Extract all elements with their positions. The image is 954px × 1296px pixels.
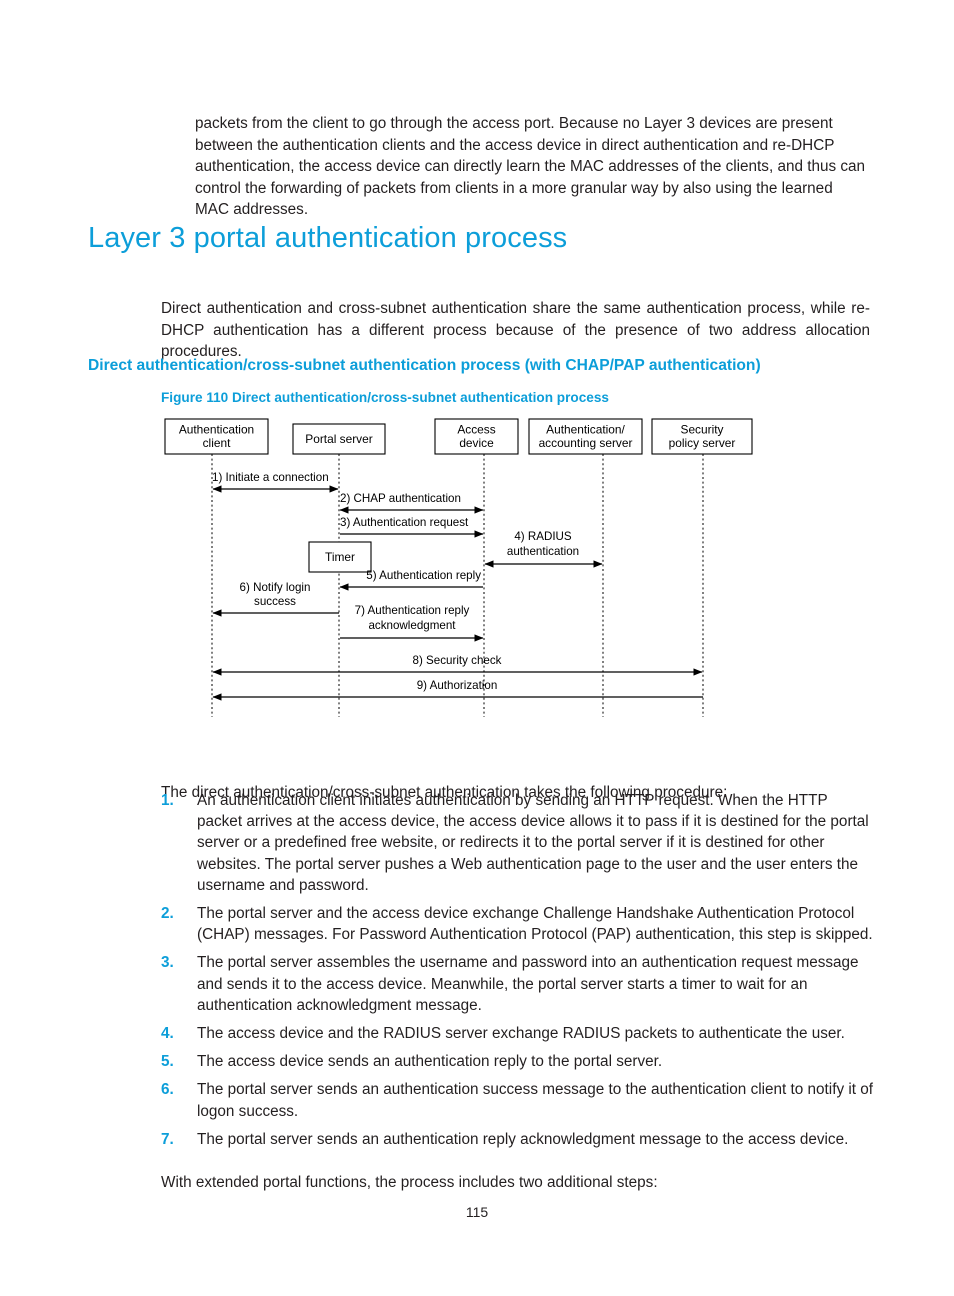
message-4-radius-authentication: 4) RADIUS authentication	[484, 530, 603, 568]
message-8-security-check: 8) Security check	[212, 654, 703, 676]
list-item: 4. The access device and the RADIUS serv…	[161, 1023, 873, 1044]
message-6-label-line2: success	[254, 595, 296, 608]
message-6-label-line1: 6) Notify login	[240, 581, 311, 594]
timer-note-label: Timer	[325, 550, 355, 564]
figure-caption: Figure 110 Direct authentication/cross-s…	[161, 390, 609, 405]
list-item: 6. The portal server sends an authentica…	[161, 1079, 873, 1121]
participant-label-radius-line1: Authentication/	[546, 423, 625, 437]
message-2-label: 2) CHAP authentication	[340, 492, 461, 505]
list-item: 5. The access device sends an authentica…	[161, 1051, 873, 1072]
step-number: 5.	[161, 1053, 174, 1071]
message-9-label: 9) Authorization	[417, 679, 498, 692]
page-number: 115	[0, 1204, 954, 1220]
message-1-initiate-a-connection: 1) Initiate a connection	[212, 471, 339, 493]
participant-box-portal: Portal server	[292, 423, 386, 455]
participant-box-policy: Security policy server	[651, 418, 753, 455]
step-text: An authentication client initiates authe…	[197, 792, 869, 894]
section-paragraph: Direct authentication and cross-subnet a…	[161, 300, 870, 360]
page-number-value: 115	[465, 1204, 489, 1220]
participant-box-client: Authentication client	[164, 418, 269, 455]
step-number: 3.	[161, 954, 174, 972]
step-number: 4.	[161, 1025, 174, 1043]
message-1-label: 1) Initiate a connection	[212, 471, 329, 484]
participant-label-client-line1: Authentication	[179, 423, 254, 437]
document-page: packets from the client to go through th…	[0, 0, 954, 1296]
message-3-label: 3) Authentication request	[340, 516, 469, 529]
step-text: The access device and the RADIUS server …	[197, 1025, 845, 1043]
participant-box-access: Access device	[434, 418, 519, 455]
step-number: 2.	[161, 905, 174, 923]
participant-label-portal-line1: Portal server	[305, 432, 372, 446]
closing-paragraph: With extended portal functions, the proc…	[161, 1174, 658, 1192]
timer-note-box: Timer	[308, 541, 372, 573]
message-4-label-line2: authentication	[507, 545, 579, 558]
message-7-authentication-reply-acknowledgment: 7) Authentication reply acknowledgment	[340, 604, 484, 642]
step-text: The portal server sends an authenticatio…	[197, 1130, 849, 1148]
list-item: 1. An authentication client initiates au…	[161, 790, 873, 896]
message-7-label-line1: 7) Authentication reply	[355, 604, 470, 617]
message-9-authorization: 9) Authorization	[212, 679, 703, 701]
message-4-label-line1: 4) RADIUS	[514, 530, 572, 543]
participant-box-radius: Authentication/ accounting server	[528, 418, 643, 455]
subsection-heading: Direct authentication/cross-subnet authe…	[88, 357, 761, 374]
message-5-label: 5) Authentication reply	[366, 569, 481, 582]
list-item: 7. The portal server sends an authentica…	[161, 1129, 873, 1150]
list-item: 3. The portal server assembles the usern…	[161, 952, 873, 1016]
message-3-authentication-request: 3) Authentication request	[340, 516, 484, 538]
step-text: The access device sends an authenticatio…	[197, 1053, 663, 1071]
step-number: 7.	[161, 1130, 174, 1148]
participant-label-client-line2: client	[203, 436, 231, 450]
intro-paragraph: packets from the client to go through th…	[195, 115, 866, 219]
step-number: 6.	[161, 1081, 174, 1099]
message-6-notify-login-success: 6) Notify login success	[212, 581, 339, 617]
participant-label-policy-line2: policy server	[669, 436, 736, 450]
participant-label-access-line2: device	[459, 436, 494, 450]
participant-label-radius-line2: accounting server	[539, 436, 633, 450]
step-text: The portal server assembles the username…	[197, 954, 859, 1014]
procedure-step-list: 1. An authentication client initiates au…	[161, 790, 873, 1157]
sequence-diagram-figure: Authentication client Portal server Acce…	[150, 412, 770, 732]
step-text: The portal server sends an authenticatio…	[197, 1081, 873, 1120]
page-title: Layer 3 portal authentication process	[88, 222, 568, 254]
message-8-label: 8) Security check	[413, 654, 502, 667]
list-item: 2. The portal server and the access devi…	[161, 903, 873, 945]
step-text: The portal server and the access device …	[197, 905, 873, 944]
message-7-label-line2: acknowledgment	[368, 619, 456, 632]
message-2-chap-authentication: 2) CHAP authentication	[339, 492, 484, 514]
step-number: 1.	[161, 792, 174, 809]
participant-label-policy-line1: Security	[681, 423, 724, 437]
participant-label-access-line1: Access	[457, 423, 495, 437]
